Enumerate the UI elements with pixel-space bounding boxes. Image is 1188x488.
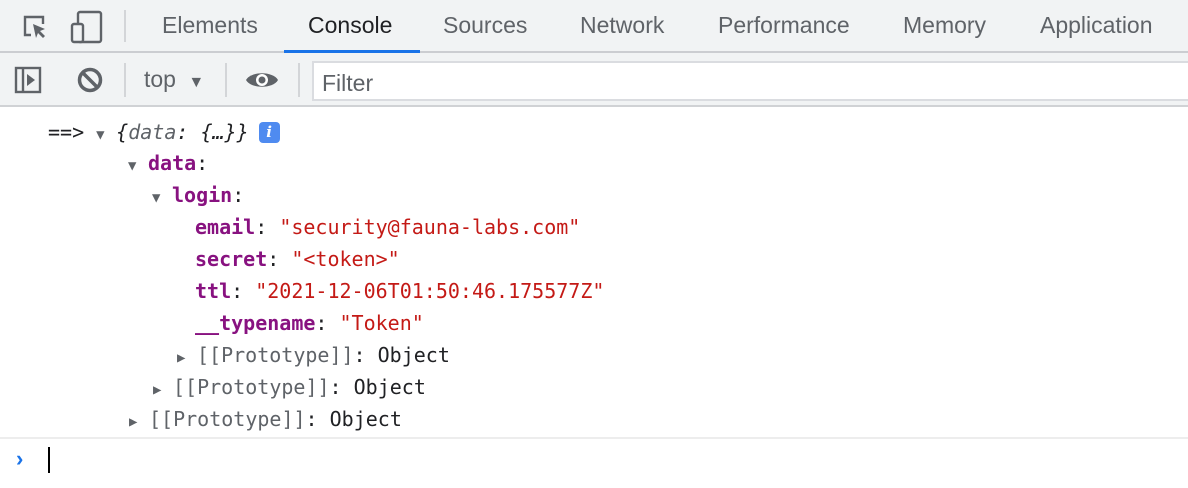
inspect-element-icon[interactable]	[22, 13, 48, 41]
divider	[124, 10, 126, 42]
property-email: email: "security@fauna-labs.com"	[195, 215, 581, 239]
expand-triangle-icon[interactable]: ▶	[129, 410, 149, 434]
tab-elements[interactable]: Elements	[162, 12, 258, 39]
expand-triangle-icon[interactable]: ▼	[96, 123, 116, 147]
property-ttl: ttl: "2021-12-06T01:50:46.175577Z"	[195, 279, 605, 303]
tab-application[interactable]: Application	[1040, 12, 1153, 39]
dropdown-arrow-icon: ▼	[188, 74, 205, 91]
property-secret: secret: "<token>"	[195, 247, 400, 271]
clear-console-icon[interactable]	[76, 66, 104, 94]
devtools-tab-bar: Elements Console Sources Network Perform…	[0, 0, 1188, 53]
tab-sources[interactable]: Sources	[443, 12, 527, 39]
expand-triangle-icon[interactable]: ▼	[152, 186, 172, 210]
expand-triangle-icon[interactable]: ▼	[128, 154, 148, 178]
tree-node-login[interactable]: ▼ login:	[152, 183, 244, 210]
console-input[interactable]	[48, 447, 50, 473]
context-selector[interactable]: top ▼	[144, 66, 204, 93]
tree-node-prototype[interactable]: ▶ [[Prototype]]: Object	[177, 343, 450, 370]
prompt-chevron-icon: ›	[16, 446, 24, 471]
property-key: data	[148, 151, 197, 175]
divider	[225, 63, 227, 97]
sidebar-toggle-icon[interactable]	[14, 66, 42, 94]
live-expression-eye-icon[interactable]	[245, 69, 279, 91]
expand-triangle-icon[interactable]: ▶	[153, 378, 173, 402]
divider	[298, 63, 300, 97]
object-preview: {data: {…}}	[116, 120, 249, 144]
tree-node-prototype[interactable]: ▶ [[Prototype]]: Object	[153, 375, 426, 402]
context-label: top	[144, 66, 176, 92]
property-key: login	[172, 183, 233, 207]
filter-input[interactable]: Filter	[312, 61, 1188, 101]
info-icon[interactable]: i	[258, 122, 280, 143]
log-prefix: ==>	[48, 120, 85, 144]
tree-node-prototype[interactable]: ▶ [[Prototype]]: Object	[129, 407, 402, 434]
expand-triangle-icon[interactable]: ▶	[177, 346, 197, 370]
divider	[124, 63, 126, 97]
log-entry-root[interactable]: ==> ▼ {data: {…}} i	[48, 120, 280, 147]
tab-performance[interactable]: Performance	[718, 12, 850, 39]
tab-console[interactable]: Console	[308, 12, 392, 39]
tab-network[interactable]: Network	[580, 12, 664, 39]
console-toolbar: top ▼ Filter	[0, 53, 1188, 107]
tab-memory[interactable]: Memory	[903, 12, 986, 39]
device-toolbar-icon[interactable]	[70, 10, 104, 44]
divider	[0, 437, 1188, 439]
tree-node-data[interactable]: ▼ data:	[128, 151, 208, 178]
property-typename: __typename: "Token"	[195, 311, 424, 335]
